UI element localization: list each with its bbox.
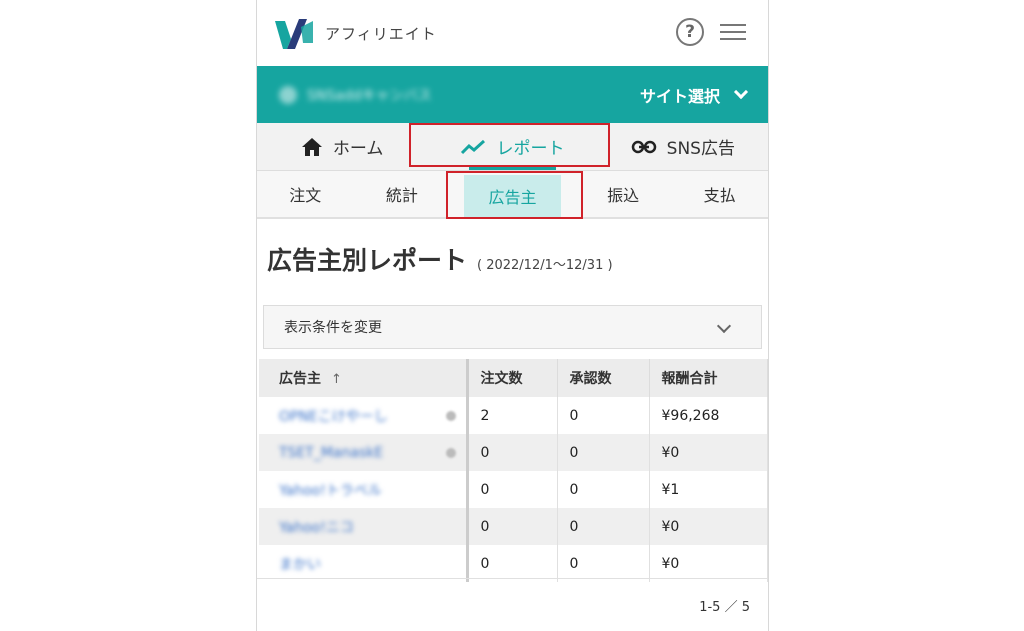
table-row: OPNEこけやーし 2 0 ¥96,268 (259, 397, 768, 434)
col-reward: 報酬合計 (649, 359, 768, 397)
advertiser-link[interactable]: Yahoo!トラベル (279, 483, 382, 499)
col-approved: 承認数 (557, 359, 650, 397)
filter-toggle[interactable]: 表示条件を変更 (263, 305, 762, 349)
subtab-orders[interactable]: 注文 (257, 171, 354, 217)
tab-home-label: ホーム (332, 139, 384, 159)
col-orders: 注文数 (467, 359, 558, 397)
page-heading: 広告主別レポート ( 2022/12/1～12/31 ) (257, 219, 768, 305)
pagination-status: 1-5 ／ 5 (699, 600, 750, 615)
divider (257, 578, 768, 579)
reward-cell: ¥1 (649, 471, 768, 508)
trend-icon (461, 139, 486, 154)
main-nav-tabs: ホーム レポート SNS広告 (257, 123, 768, 171)
site-select-button[interactable]: サイト選択 (639, 66, 749, 123)
brand-logo-icon[interactable] (273, 13, 317, 53)
advertiser-link[interactable]: Yahoo!ニコ (279, 520, 354, 536)
app-header: アフィリエイト ? (257, 0, 768, 66)
site-avatar-icon (279, 85, 297, 104)
approved-cell: 0 (557, 397, 650, 434)
table-row: TSET_ManaskE 0 0 ¥0 (259, 434, 768, 471)
home-icon (301, 137, 322, 156)
reward-cell: ¥0 (649, 508, 768, 545)
orders-cell: 0 (467, 434, 558, 471)
site-selector-bar[interactable]: SNSaddキャンバス サイト選択 (257, 66, 768, 123)
approved-cell: 0 (557, 434, 650, 471)
tab-report[interactable]: レポート (427, 123, 597, 170)
approved-cell: 0 (557, 508, 650, 545)
link-icon (631, 140, 656, 153)
advertiser-link[interactable]: TSET_ManaskE (279, 445, 383, 461)
table-row: Yahoo!トラベル 0 0 ¥1 (259, 471, 768, 508)
tab-home[interactable]: ホーム (257, 123, 427, 170)
filter-label: 表示条件を変更 (284, 320, 382, 336)
subtab-transfer[interactable]: 振込 (575, 171, 672, 217)
reward-cell: ¥96,268 (649, 397, 768, 434)
chevron-down-icon (716, 318, 732, 334)
approved-cell: 0 (557, 471, 650, 508)
table-header-row: 広告主 ↑ 注文数 承認数 報酬合計 (259, 359, 768, 397)
sort-asc-icon: ↑ (331, 372, 342, 387)
reward-cell: ¥0 (649, 434, 768, 471)
tab-report-label: レポート (496, 139, 565, 159)
info-icon (445, 411, 456, 421)
table-row: まかい 0 0 ¥0 (259, 545, 768, 582)
info-icon (445, 448, 456, 458)
advertiser-report-table: 広告主 ↑ 注文数 承認数 報酬合計 OPNEこけやーし 2 0 ¥96,268 … (259, 359, 768, 582)
subtab-stats[interactable]: 統計 (354, 171, 451, 217)
site-select-label: サイト選択 (639, 86, 720, 106)
advertiser-link[interactable]: OPNEこけやーし (279, 409, 388, 425)
chevron-down-icon (733, 84, 749, 99)
site-name: SNSaddキャンバス (307, 87, 432, 104)
advertiser-link[interactable]: まかい (279, 557, 321, 573)
subtab-advertiser[interactable]: 広告主 (464, 175, 561, 217)
report-period: ( 2022/12/1～12/31 ) (477, 258, 613, 273)
orders-cell: 2 (467, 397, 558, 434)
page-title: 広告主別レポート (267, 246, 468, 275)
tab-sns-ads-label: SNS広告 (666, 139, 735, 159)
orders-cell: 0 (467, 545, 558, 582)
report-sub-tabs: 注文 統計 広告主 振込 支払 (257, 171, 768, 219)
hamburger-menu-icon[interactable] (720, 21, 746, 43)
table-row: Yahoo!ニコ 0 0 ¥0 (259, 508, 768, 545)
reward-cell: ¥0 (649, 545, 768, 582)
current-site: SNSaddキャンバス (279, 85, 432, 105)
help-icon[interactable]: ? (676, 18, 704, 46)
col-advertiser[interactable]: 広告主 ↑ (259, 359, 469, 397)
subtab-payment[interactable]: 支払 (671, 171, 768, 217)
approved-cell: 0 (557, 545, 650, 582)
app-frame: アフィリエイト ? SNSaddキャンバス サイト選択 ホーム レポート SNS… (256, 0, 769, 631)
orders-cell: 0 (467, 508, 558, 545)
tab-sns-ads[interactable]: SNS広告 (598, 123, 768, 170)
brand-name: アフィリエイト (325, 24, 437, 43)
orders-cell: 0 (467, 471, 558, 508)
